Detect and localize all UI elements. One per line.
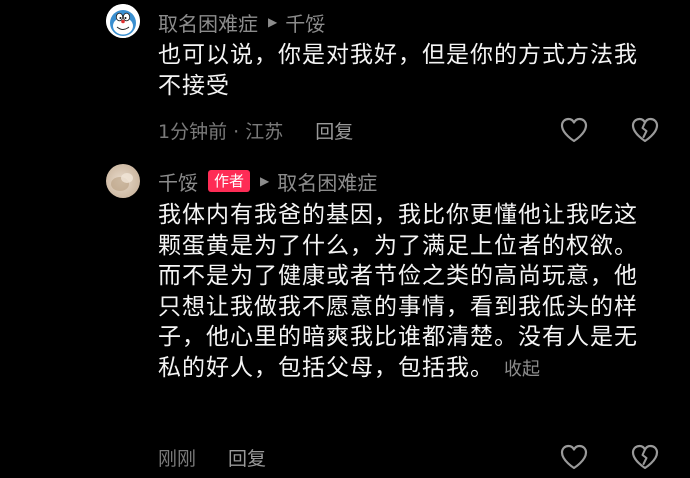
username[interactable]: 取名困难症 <box>158 8 258 37</box>
comment-header: 千馁 作者 ▶ 取名困难症 <box>158 167 377 196</box>
doraemon-avatar-icon <box>106 4 140 38</box>
user-photo-icon <box>111 173 133 191</box>
author-badge: 作者 <box>208 170 251 192</box>
broken-heart-icon[interactable] <box>630 443 660 471</box>
reply-button[interactable]: 回复 <box>315 117 353 144</box>
reply-arrow-icon: ▶ <box>260 174 270 188</box>
comment-meta: 1分钟前 · 江苏 回复 <box>158 117 353 143</box>
avatar[interactable] <box>106 4 140 38</box>
comment-text: 也可以说，你是对我好，但是你的方式方法我不接受 <box>158 40 658 101</box>
comment-meta: 刚刚 回复 <box>158 444 266 470</box>
reply-target-username[interactable]: 千馁 <box>285 8 325 37</box>
username[interactable]: 千馁 <box>158 167 198 196</box>
comment-text-content: 也可以说，你是对我好，但是你的方式方法我不接受 <box>158 42 638 99</box>
comment-text-content: 我体内有我爸的基因，我比你更懂他让我吃这颗蛋黄是为了什么，为了满足上位者的权欲。… <box>158 202 638 381</box>
timestamp: 刚刚 <box>158 447 197 470</box>
heart-outline-icon[interactable] <box>559 443 589 471</box>
collapse-link[interactable]: 收起 <box>504 359 540 380</box>
heart-outline-icon[interactable] <box>559 116 589 144</box>
avatar[interactable] <box>106 164 140 198</box>
broken-heart-icon[interactable] <box>630 116 660 144</box>
reply-button[interactable]: 回复 <box>228 444 266 471</box>
comment-header: 取名困难症 ▶ 千馁 <box>158 8 325 37</box>
comment-text: 我体内有我爸的基因，我比你更懂他让我吃这颗蛋黄是为了什么，为了满足上位者的权欲。… <box>158 200 658 385</box>
timestamp-location: 1分钟前 · 江苏 <box>158 120 284 143</box>
reply-arrow-icon: ▶ <box>268 15 278 29</box>
reply-target-username[interactable]: 取名困难症 <box>277 167 377 196</box>
